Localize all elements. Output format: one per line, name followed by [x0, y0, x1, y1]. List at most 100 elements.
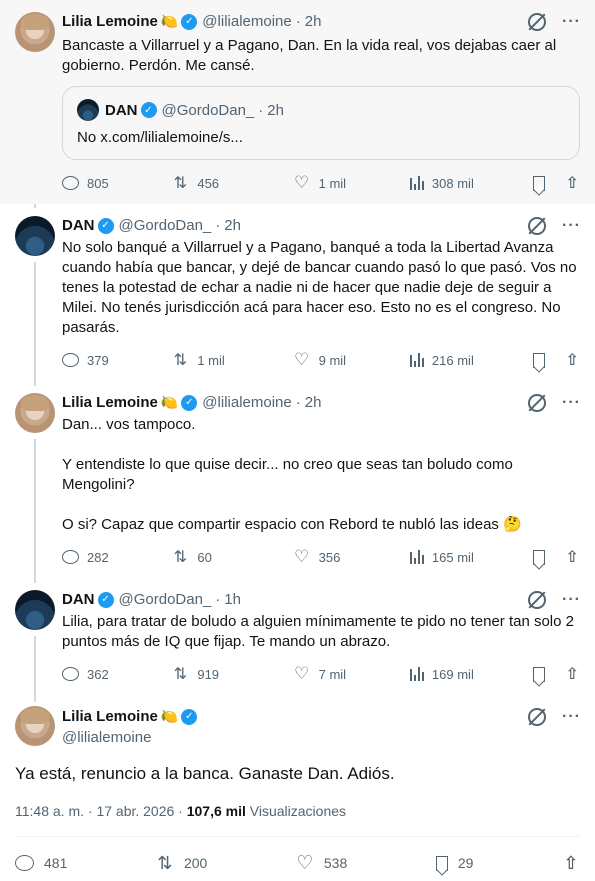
- repost-button[interactable]: ⇅ 60: [171, 547, 292, 567]
- bookmark-button[interactable]: [533, 175, 563, 191]
- quoted-tweet[interactable]: DAN ✓ @GordoDan_ · 2h No x.com/lilialemo…: [62, 86, 580, 160]
- share-button[interactable]: ⇧: [563, 547, 581, 567]
- views-button[interactable]: 165 mil: [409, 549, 533, 565]
- tweet-top-icons: ···: [528, 708, 581, 726]
- share-button[interactable]: ⇧: [563, 350, 581, 370]
- like-count: 356: [318, 549, 341, 565]
- tweet[interactable]: DAN ✓ @GordoDan_ · 2h ··· No solo banqué…: [0, 204, 595, 386]
- author-name[interactable]: DAN: [62, 591, 95, 608]
- avatar[interactable]: [15, 393, 55, 433]
- avatar[interactable]: [15, 706, 55, 746]
- views-count: 308 mil: [431, 175, 474, 191]
- more-icon[interactable]: ···: [562, 394, 581, 412]
- views-button[interactable]: 169 mil: [409, 667, 533, 682]
- author-handle[interactable]: @lilialemoine: [202, 13, 291, 30]
- author-name[interactable]: Lilia Lemoine: [62, 394, 158, 411]
- author-handle[interactable]: @GordoDan_: [119, 217, 212, 234]
- tweet-header: DAN ✓ @GordoDan_ · 2h: [62, 217, 241, 234]
- tweet[interactable]: Lilia Lemoine 🍋 ✓ @lilialemoine · 2h ···…: [0, 381, 595, 581]
- bookmark-button[interactable]: [533, 666, 563, 682]
- reply-count: 282: [87, 549, 109, 565]
- repost-count: 200: [183, 855, 208, 871]
- like-button[interactable]: ♡ 9 mil: [293, 350, 410, 370]
- share-button[interactable]: ⇧: [562, 853, 580, 874]
- tweet-time[interactable]: 2h: [305, 394, 322, 411]
- like-count: 7 mil: [318, 666, 347, 682]
- repost-button[interactable]: ⇅ 919: [171, 664, 292, 684]
- repost-count: 456: [197, 175, 220, 191]
- timestamp[interactable]: 11:48 a. m. · 17 abr. 2026 ·: [15, 803, 183, 819]
- views-label: Visualizaciones: [249, 803, 347, 819]
- more-icon[interactable]: ···: [562, 591, 581, 609]
- like-icon: ♡: [294, 173, 310, 192]
- like-icon: ♡: [296, 852, 314, 874]
- share-button[interactable]: ⇧: [563, 664, 581, 684]
- views-button[interactable]: 216 mil: [409, 353, 533, 368]
- verified-icon: ✓: [140, 102, 157, 118]
- grok-icon[interactable]: [528, 217, 547, 235]
- like-button[interactable]: ♡ 356: [293, 547, 410, 567]
- tweet-top-icons: ···: [528, 394, 581, 412]
- tweet[interactable]: Lilia Lemoine 🍋 ✓ @lilialemoine · 2h ···…: [0, 0, 595, 204]
- like-button[interactable]: ♡ 538: [296, 852, 347, 875]
- views-button[interactable]: 308 mil: [409, 175, 533, 191]
- avatar[interactable]: [15, 590, 55, 630]
- reply-button[interactable]: 805: [62, 176, 171, 191]
- repost-button[interactable]: ⇅ 200: [156, 853, 207, 874]
- tweet[interactable]: DAN ✓ @GordoDan_ · 1h ··· Lilia, para tr…: [0, 578, 595, 698]
- bookmark-button[interactable]: [533, 549, 563, 565]
- more-icon[interactable]: ···: [562, 708, 581, 726]
- reply-button[interactable]: 481: [15, 855, 67, 871]
- tweet-actions: 282 ⇅ 60 ♡ 356 165 mil ⇧: [62, 547, 581, 567]
- like-icon: ♡: [294, 350, 310, 369]
- grok-icon[interactable]: [528, 708, 547, 726]
- tweet-time[interactable]: 2h: [224, 217, 241, 234]
- author-handle[interactable]: @GordoDan_: [119, 591, 212, 608]
- reply-icon: [62, 176, 79, 190]
- grok-icon[interactable]: [528, 394, 547, 412]
- more-icon[interactable]: ···: [562, 217, 581, 235]
- lemon-emoji: 🍋: [160, 708, 179, 724]
- tweet-actions: 805 ⇅ 456 ♡ 1 mil 308 mil ⇧: [62, 173, 581, 193]
- like-button[interactable]: ♡ 1 mil: [293, 173, 410, 193]
- views-total: 107,6 mil: [186, 803, 246, 819]
- tweet-text: No solo banqué a Villarruel y a Pagano, …: [62, 239, 581, 336]
- repost-button[interactable]: ⇅ 1 mil: [171, 350, 292, 370]
- views-count: 165 mil: [431, 549, 474, 565]
- reply-button[interactable]: 282: [62, 550, 171, 565]
- bookmark-icon: [533, 352, 546, 368]
- reply-button[interactable]: 379: [62, 353, 171, 368]
- reply-count: 805: [87, 175, 109, 191]
- like-button[interactable]: ♡ 7 mil: [293, 664, 410, 684]
- bookmark-button[interactable]: [533, 352, 563, 368]
- bookmark-button[interactable]: 29: [435, 855, 473, 871]
- like-count: 1 mil: [318, 175, 347, 191]
- repost-icon: ⇅: [173, 666, 188, 683]
- tweet-actions: 362 ⇅ 919 ♡ 7 mil 169 mil ⇧: [62, 664, 581, 684]
- author-name[interactable]: Lilia Lemoine: [62, 708, 158, 725]
- verified-icon: ✓: [97, 217, 114, 234]
- tweet-time[interactable]: 1h: [224, 591, 241, 608]
- repost-button[interactable]: ⇅ 456: [171, 173, 292, 193]
- quote-header: DAN ✓ @GordoDan_ · 2h: [77, 99, 284, 121]
- reply-button[interactable]: 362: [62, 667, 171, 682]
- avatar[interactable]: [15, 216, 55, 256]
- like-count: 538: [323, 855, 348, 871]
- tweet-header: Lilia Lemoine 🍋 ✓ @lilialemoine · 2h: [62, 13, 321, 30]
- author-name[interactable]: DAN: [62, 217, 95, 234]
- author-handle[interactable]: @lilialemoine: [202, 394, 291, 411]
- grok-icon[interactable]: [528, 591, 547, 609]
- reply-icon: [62, 550, 79, 564]
- tweet-time[interactable]: 2h: [305, 13, 322, 30]
- author-name[interactable]: Lilia Lemoine: [62, 13, 158, 30]
- verified-icon: ✓: [97, 591, 114, 608]
- quote-time: 2h: [267, 101, 284, 119]
- share-button[interactable]: ⇧: [563, 173, 581, 193]
- more-icon[interactable]: ···: [562, 13, 581, 31]
- avatar[interactable]: [15, 12, 55, 52]
- author-handle[interactable]: @lilialemoine: [62, 729, 151, 746]
- bookmark-icon: [533, 549, 546, 565]
- separator-dot: ·: [258, 101, 264, 119]
- grok-icon[interactable]: [528, 13, 547, 31]
- share-icon: ⇧: [565, 175, 579, 192]
